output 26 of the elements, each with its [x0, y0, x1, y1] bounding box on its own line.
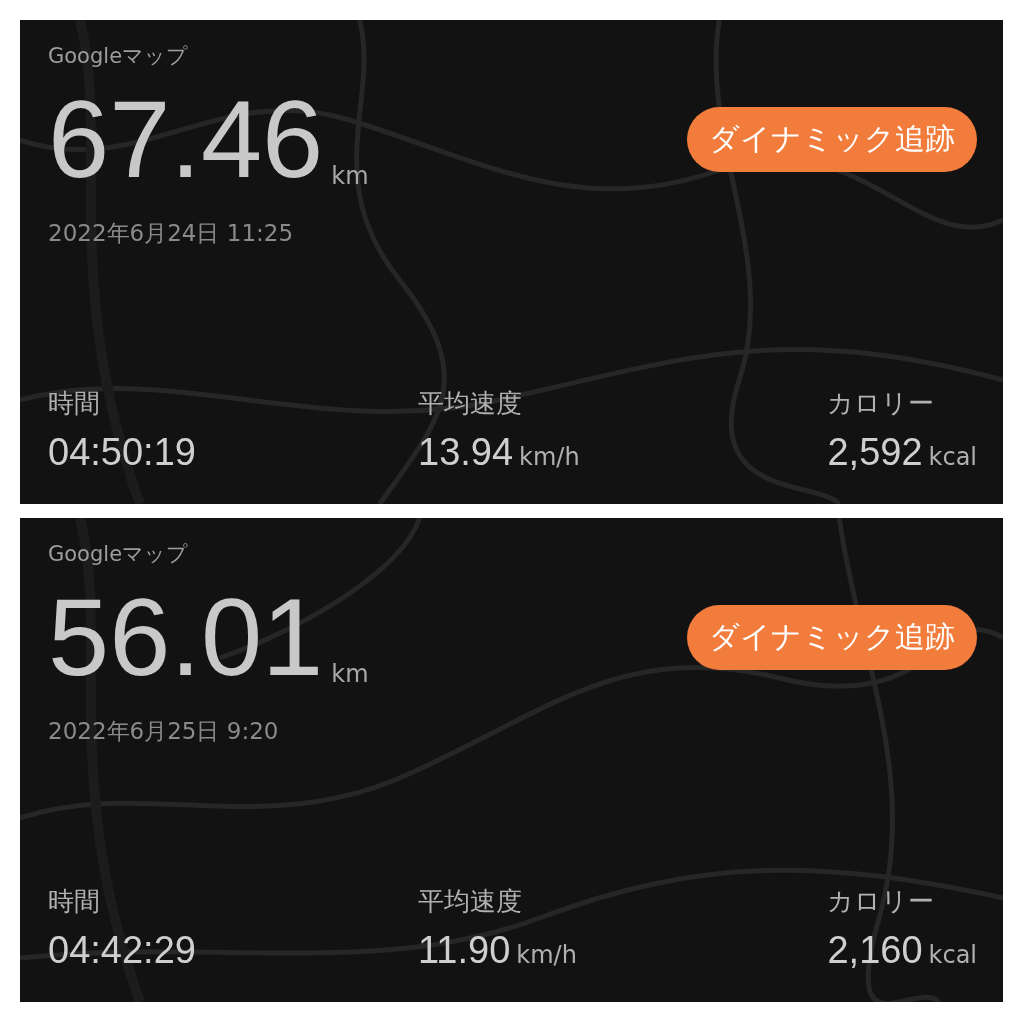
dynamic-tracking-button[interactable]: ダイナミック追跡	[687, 106, 977, 172]
distance-unit: km	[331, 660, 369, 688]
stat-label: 平均速度	[418, 387, 523, 420]
stat-value: 11.90	[418, 929, 511, 972]
source-label: Googleマップ	[48, 541, 190, 568]
date-time: 2022年6月25日 9:20	[48, 717, 280, 746]
stat-unit: km/h	[516, 941, 577, 969]
stat-label: 時間	[48, 885, 101, 918]
stat-value: 04:42:29	[48, 929, 196, 972]
date-time: 2022年6月24日 11:25	[48, 219, 295, 248]
stat-value: 2,160	[827, 929, 923, 972]
source-label: Googleマップ	[48, 43, 190, 70]
stat-label: カロリー	[827, 387, 936, 420]
stat-value: 04:50:19	[48, 431, 196, 474]
stat-label: 平均速度	[418, 885, 523, 918]
stat-value: 2,592	[827, 431, 923, 474]
stat-unit: kcal	[928, 443, 977, 471]
distance-value: 67.46	[48, 84, 324, 194]
stat-label: カロリー	[827, 885, 936, 918]
distance-value: 56.01	[48, 582, 324, 692]
stat-unit: km/h	[519, 443, 580, 471]
stat-value: 13.94	[418, 431, 514, 474]
dynamic-tracking-button[interactable]: ダイナミック追跡	[687, 604, 977, 670]
distance-unit: km	[331, 162, 369, 190]
stat-label: 時間	[48, 387, 101, 420]
stat-unit: kcal	[928, 941, 977, 969]
